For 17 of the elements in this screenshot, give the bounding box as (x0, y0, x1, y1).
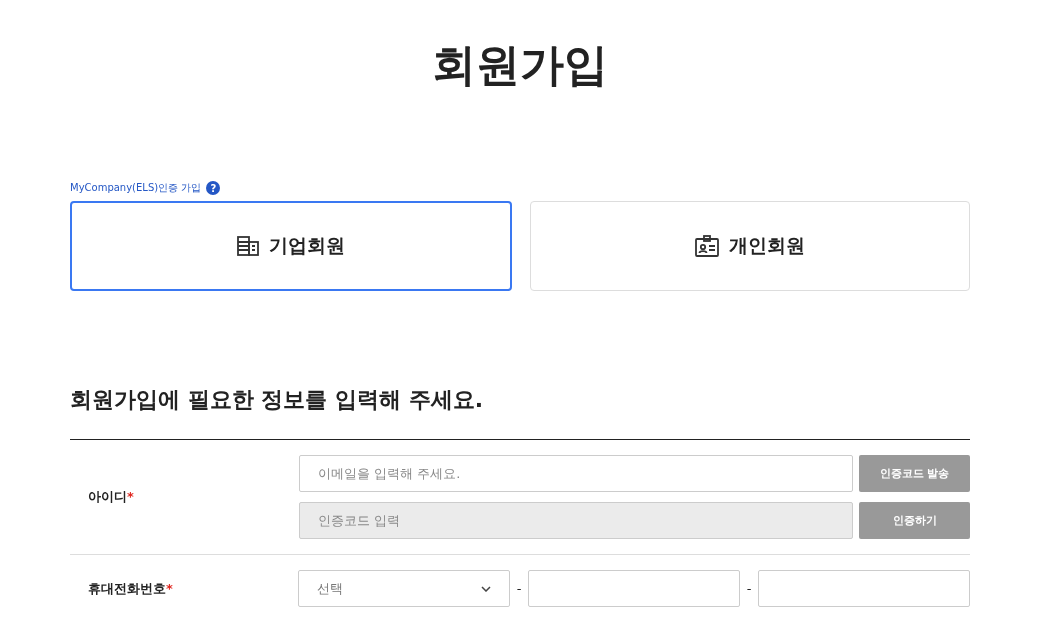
certification-signup-label[interactable]: MyCompany(ELS)인증 가입 (70, 181, 202, 195)
separator-dash: - (516, 581, 522, 596)
separator-dash: - (746, 581, 752, 596)
building-icon (237, 236, 259, 256)
section-heading: 회원가입에 필요한 정보를 입력해 주세요. (70, 386, 484, 414)
chevron-down-icon (481, 585, 491, 592)
carrier-select[interactable]: 선택 (298, 570, 510, 607)
phone-last-field[interactable] (758, 570, 970, 607)
help-icon[interactable]: ? (206, 181, 221, 195)
member-type-card[interactable]: 개인회원 (530, 201, 970, 291)
field-label: 휴대전화번호* (87, 579, 174, 598)
page-title: 회원가입 (431, 38, 609, 92)
phone-middle-field[interactable] (528, 570, 740, 607)
id-badge-icon (695, 235, 719, 257)
member-type-card[interactable]: 기업회원 (70, 201, 512, 291)
field-label: 아이디* (87, 488, 135, 506)
email-field[interactable]: 이메일을 입력해 주세요. (299, 455, 853, 492)
